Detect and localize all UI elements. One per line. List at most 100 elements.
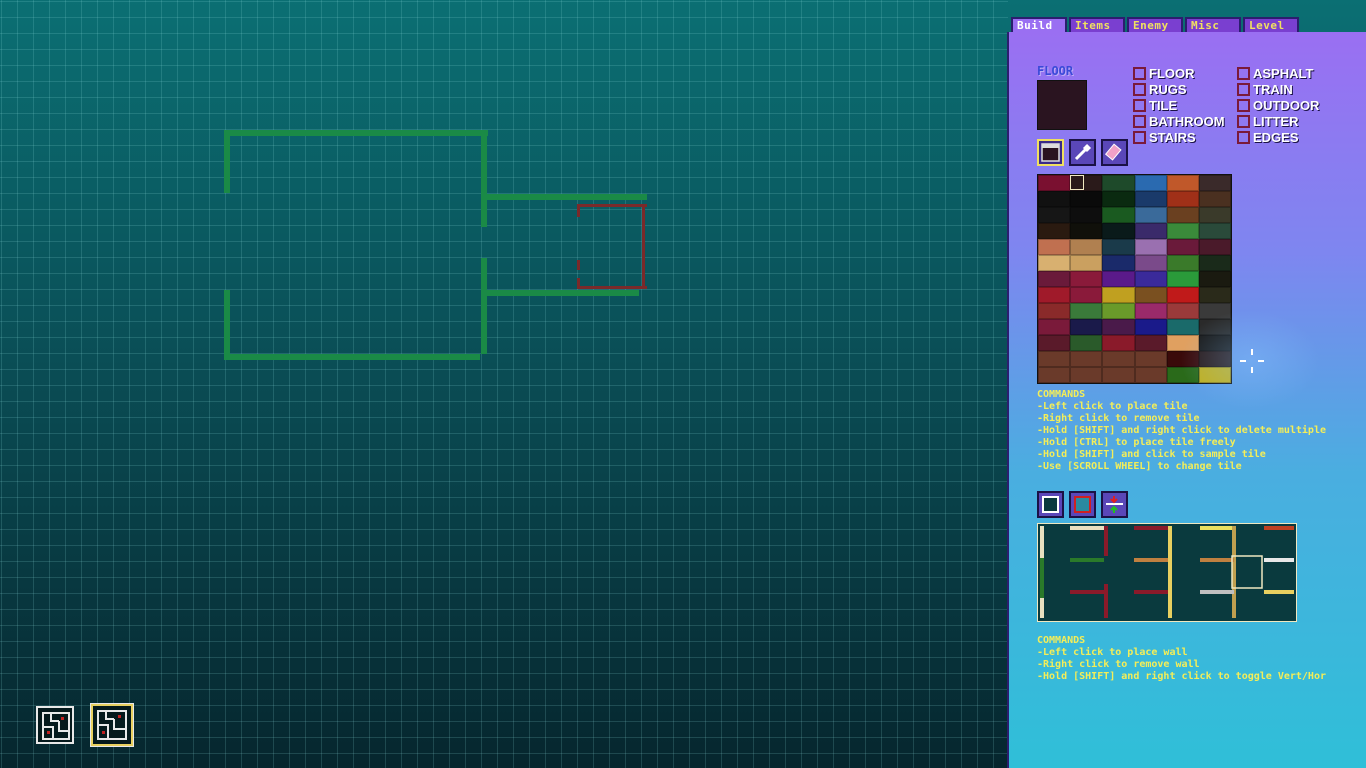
tile-swatch[interactable] [1134, 223, 1167, 239]
tile-swatch[interactable] [1134, 319, 1167, 335]
tile-swatch[interactable] [1134, 175, 1167, 191]
tile-swatch[interactable] [1166, 271, 1199, 287]
tile-swatch[interactable] [1102, 175, 1135, 191]
tile-swatch[interactable] [1134, 239, 1167, 255]
tile-swatch[interactable] [1102, 207, 1135, 223]
eyedropper-button[interactable] [1069, 139, 1096, 166]
map-thumbnail-2[interactable] [90, 703, 134, 747]
tile-swatch[interactable] [1102, 335, 1135, 351]
tile-swatch[interactable] [1070, 287, 1103, 303]
tile-swatch[interactable] [1134, 351, 1167, 367]
category-tile[interactable]: TILE [1133, 97, 1177, 113]
category-stairs[interactable]: STAIRS [1133, 129, 1196, 145]
tile-swatch[interactable] [1038, 239, 1071, 255]
wall-outline-button[interactable] [1037, 491, 1064, 518]
tile-swatch[interactable] [1134, 191, 1167, 207]
tile-swatch[interactable] [1198, 191, 1231, 207]
tile-swatch[interactable] [1166, 255, 1199, 271]
wall-toggle-icon [1106, 496, 1123, 513]
tile-swatch[interactable] [1198, 287, 1231, 303]
tile-swatch[interactable] [1102, 319, 1135, 335]
tile-swatch[interactable] [1070, 335, 1103, 351]
tile-swatch[interactable] [1166, 287, 1199, 303]
wall-toggle-button[interactable] [1101, 491, 1128, 518]
tile-swatch[interactable] [1038, 191, 1071, 207]
tile-swatch[interactable] [1070, 191, 1103, 207]
tile-swatch[interactable] [1038, 367, 1071, 383]
tile-swatch[interactable] [1070, 255, 1103, 271]
tile-swatch[interactable] [1038, 207, 1071, 223]
tile-swatch[interactable] [1102, 351, 1135, 367]
tile-swatch[interactable] [1038, 319, 1071, 335]
tile-swatch[interactable] [1038, 351, 1071, 367]
eraser-button[interactable] [1101, 139, 1128, 166]
tile-swatch[interactable] [1166, 207, 1199, 223]
tile-swatch[interactable] [1102, 255, 1135, 271]
wall-command-line: -Hold [SHIFT] and right click to toggle … [1037, 671, 1326, 682]
floorplan-icon [97, 710, 127, 740]
category-edges[interactable]: EDGES [1237, 129, 1299, 145]
tile-swatch[interactable] [1102, 287, 1135, 303]
category-litter[interactable]: LITTER [1237, 113, 1299, 129]
tile-swatch[interactable] [1198, 175, 1231, 191]
tile-swatch[interactable] [1070, 367, 1103, 383]
tile-swatch[interactable] [1102, 191, 1135, 207]
tile-swatch[interactable] [1070, 223, 1103, 239]
map-thumbnail-1[interactable] [36, 706, 74, 744]
tile-swatch[interactable] [1070, 207, 1103, 223]
tile-swatch[interactable] [1070, 239, 1103, 255]
tile-swatch[interactable] [1134, 335, 1167, 351]
tile-swatch[interactable] [1166, 175, 1199, 191]
tile-swatch[interactable] [1070, 351, 1103, 367]
tile-brush-button[interactable] [1037, 139, 1064, 166]
tab-level[interactable]: Level [1243, 17, 1299, 33]
wall-palette[interactable] [1037, 523, 1297, 622]
tile-swatch[interactable] [1102, 239, 1135, 255]
wall-solid-button[interactable] [1069, 491, 1096, 518]
tile-swatch[interactable] [1070, 271, 1103, 287]
tile-swatch[interactable] [1198, 207, 1231, 223]
tab-enemy[interactable]: Enemy [1127, 17, 1183, 33]
tile-swatch[interactable] [1038, 303, 1071, 319]
selected-tile-preview [1037, 80, 1087, 130]
tile-swatch[interactable] [1166, 239, 1199, 255]
category-floor[interactable]: FLOOR [1133, 65, 1195, 81]
tile-swatch[interactable] [1102, 271, 1135, 287]
eraser-icon [1104, 143, 1122, 161]
tile-swatch[interactable] [1038, 271, 1071, 287]
tile-swatch[interactable] [1070, 303, 1103, 319]
tile-swatch[interactable] [1198, 271, 1231, 287]
tile-swatch[interactable] [1134, 303, 1167, 319]
tile-swatch[interactable] [1134, 255, 1167, 271]
category-rugs[interactable]: RUGS [1133, 81, 1187, 97]
tile-swatch[interactable] [1166, 191, 1199, 207]
palette-selection-marker [1070, 175, 1084, 190]
tile-swatch[interactable] [1038, 255, 1071, 271]
tile-swatch[interactable] [1038, 175, 1071, 191]
category-outdoor[interactable]: OUTDOOR [1237, 97, 1319, 113]
editor-canvas[interactable] [0, 0, 1008, 768]
tile-swatch[interactable] [1038, 335, 1071, 351]
tab-items[interactable]: Items [1069, 17, 1125, 33]
tile-swatch[interactable] [1134, 207, 1167, 223]
checkbox-icon [1237, 114, 1250, 128]
tile-swatch[interactable] [1198, 255, 1231, 271]
category-train[interactable]: TRAIN [1237, 81, 1293, 97]
tile-swatch[interactable] [1198, 223, 1231, 239]
category-asphalt[interactable]: ASPHALT [1237, 65, 1313, 81]
tile-swatch[interactable] [1102, 303, 1135, 319]
tile-swatch[interactable] [1134, 271, 1167, 287]
tile-swatch[interactable] [1038, 223, 1071, 239]
tile-commands-title: COMMANDS [1037, 389, 1086, 400]
tile-swatch[interactable] [1198, 239, 1231, 255]
category-bathroom[interactable]: BATHROOM [1133, 113, 1225, 129]
tile-swatch[interactable] [1038, 287, 1071, 303]
tile-swatch[interactable] [1134, 367, 1167, 383]
tile-swatch[interactable] [1102, 223, 1135, 239]
tile-swatch[interactable] [1134, 287, 1167, 303]
tile-command-line: -Hold [CTRL] to place tile freely [1037, 437, 1236, 448]
tile-swatch[interactable] [1070, 319, 1103, 335]
tile-swatch[interactable] [1102, 367, 1135, 383]
tile-swatch[interactable] [1166, 223, 1199, 239]
tab-misc[interactable]: Misc [1185, 17, 1241, 33]
